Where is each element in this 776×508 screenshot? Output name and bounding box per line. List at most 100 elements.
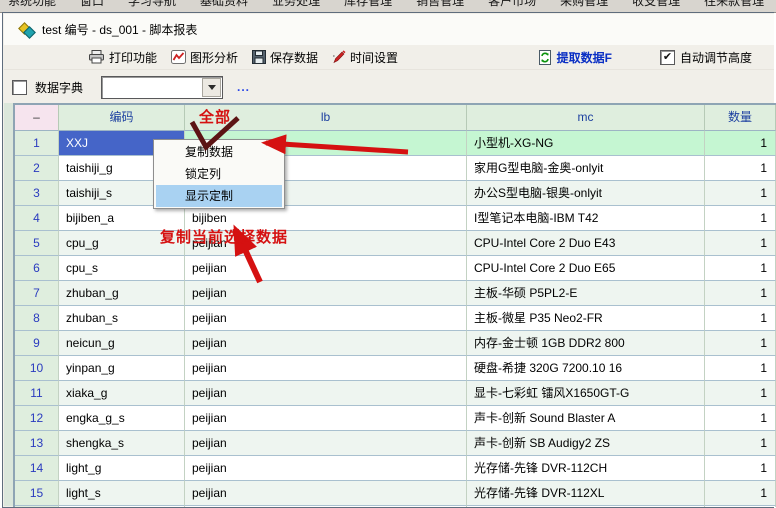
cell-row-number[interactable]: 8 [15,306,59,331]
column-header-mc[interactable]: mc [467,105,705,131]
cell-lb[interactable]: peijian [185,431,467,456]
cell-row-number[interactable]: 10 [15,356,59,381]
menubar-item-4[interactable]: 基础资料 [200,0,248,11]
cell-code[interactable]: xiaka_g [59,381,185,406]
cell-mc[interactable]: 硬盘-希捷 320G 7200.10 16 [467,356,705,381]
cell-mc[interactable]: CPU-Intel Core 2 Duo E65 [467,256,705,281]
menubar-item-5[interactable]: 业务处理 [272,0,320,11]
cell-lb[interactable]: peijian [185,306,467,331]
refresh-page-icon [538,50,552,65]
cell-qty[interactable]: 1 [705,131,776,156]
cell-mc[interactable]: 主板-微星 P35 Neo2-FR [467,306,705,331]
cell-lb[interactable]: peijian [185,381,467,406]
cell-row-number[interactable]: 9 [15,331,59,356]
chart-analysis-button[interactable]: 图形分析 [171,49,238,66]
cell-qty[interactable]: 1 [705,181,776,206]
cell-qty[interactable]: 1 [705,456,776,481]
cell-code[interactable]: neicun_g [59,331,185,356]
cell-mc[interactable]: 主板-华硕 P5PL2-E [467,281,705,306]
cell-qty[interactable]: 1 [705,406,776,431]
cell-qty[interactable]: 1 [705,231,776,256]
cell-row-number[interactable]: 15 [15,481,59,506]
menu-item-copy-data[interactable]: 复制数据 [156,141,282,163]
cell-lb[interactable]: peijian [185,406,467,431]
column-header-indicator[interactable]: – [15,105,59,131]
cell-qty[interactable]: 1 [705,306,776,331]
extract-data-label: 提取数据F [557,49,612,66]
print-button[interactable]: 打印功能 [88,49,157,66]
cell-code[interactable]: yinpan_g [59,356,185,381]
menubar-item-6[interactable]: 库存管理 [344,0,392,11]
column-header-code[interactable]: 编码 [59,105,185,131]
cell-lb[interactable]: peijian [185,356,467,381]
cell-lb[interactable]: peijian [185,256,467,281]
data-dictionary-combobox[interactable] [101,76,223,99]
cell-code[interactable]: engka_g_s [59,406,185,431]
menubar-item-3[interactable]: 学习导航 [128,0,176,11]
cell-mc[interactable]: 光存储-先锋 DVR-112XL [467,481,705,506]
cell-code[interactable]: zhuban_g [59,281,185,306]
cell-qty[interactable]: 1 [705,206,776,231]
table-row: 1XXJ小型机-XG-NG1 [15,131,776,156]
column-header-qty[interactable]: 数量 [705,105,776,131]
menubar-item-11[interactable]: 往来款管理 [704,0,764,11]
cell-code[interactable]: light_g [59,456,185,481]
cell-row-number[interactable]: 1 [15,131,59,156]
cell-mc[interactable]: 声卡-创新 Sound Blaster A [467,406,705,431]
cell-mc[interactable]: 显卡-七彩虹 镭风X1650GT-G [467,381,705,406]
cell-code[interactable]: shengka_s [59,431,185,456]
cell-row-number[interactable]: 6 [15,256,59,281]
cell-qty[interactable]: 1 [705,281,776,306]
cell-row-number[interactable]: 13 [15,431,59,456]
cell-mc[interactable]: 光存储-先锋 DVR-112CH [467,456,705,481]
cell-row-number[interactable]: 3 [15,181,59,206]
cell-code[interactable]: light_s [59,481,185,506]
menu-item-display-customize[interactable]: 显示定制 [156,185,282,207]
cell-qty[interactable]: 1 [705,331,776,356]
cell-row-number[interactable]: 7 [15,281,59,306]
save-data-button[interactable]: 保存数据 [252,49,318,66]
chevron-down-icon[interactable] [202,78,221,97]
cell-qty[interactable]: 1 [705,381,776,406]
cell-lb[interactable]: peijian [185,481,467,506]
cell-mc[interactable]: CPU-Intel Core 2 Duo E43 [467,231,705,256]
table-row: 2taishiji_g家用G型电脑-金奥-onlyit1 [15,156,776,181]
cell-row-number[interactable]: 2 [15,156,59,181]
cell-code[interactable]: zhuban_s [59,306,185,331]
cell-qty[interactable]: 1 [705,356,776,381]
menubar-item-10[interactable]: 收支管理 [632,0,680,11]
cell-row-number[interactable]: 11 [15,381,59,406]
cell-qty[interactable]: 1 [705,156,776,181]
auto-height-checkbox[interactable]: ✔ [660,50,675,65]
cell-mc[interactable]: 小型机-XG-NG [467,131,705,156]
filter-bar: 数据字典 ... [4,69,774,104]
table-row: 7zhuban_gpeijian主板-华硕 P5PL2-E1 [15,281,776,306]
time-setting-button[interactable]: 时间设置 [332,49,398,66]
cell-row-number[interactable]: 5 [15,231,59,256]
menubar-item-9[interactable]: 采购管理 [560,0,608,11]
cell-row-number[interactable]: 14 [15,456,59,481]
cell-qty[interactable]: 1 [705,431,776,456]
cell-mc[interactable]: 内存-金士顿 1GB DDR2 800 [467,331,705,356]
cell-row-number[interactable]: 12 [15,406,59,431]
menu-item-lock-column[interactable]: 锁定列 [156,163,282,185]
menubar-item-7[interactable]: 销售管理 [416,0,464,11]
cell-mc[interactable]: 办公S型电脑-银奥-onlyit [467,181,705,206]
cell-row-number[interactable]: 4 [15,206,59,231]
cell-qty[interactable]: 1 [705,481,776,506]
cell-mc[interactable]: 声卡-创新 SB Audigy2 ZS [467,431,705,456]
menubar-item-8[interactable]: 客户市场 [488,0,536,11]
cell-code[interactable]: cpu_s [59,256,185,281]
cell-qty[interactable]: 1 [705,256,776,281]
cell-mc[interactable]: 家用G型电脑-金奥-onlyit [467,156,705,181]
cell-lb[interactable]: peijian [185,331,467,356]
data-dictionary-checkbox[interactable] [12,80,27,95]
cell-lb[interactable]: peijian [185,456,467,481]
extract-data-button[interactable]: 提取数据F [538,49,612,66]
cell-lb[interactable]: peijian [185,281,467,306]
more-options-button[interactable]: ... [237,80,250,94]
auto-height-toggle[interactable]: ✔ 自动调节高度 [660,49,752,66]
menubar-item-1[interactable]: 系统功能 [8,0,56,11]
cell-mc[interactable]: I型笔记本电脑-IBM T42 [467,206,705,231]
menubar-item-2[interactable]: 窗口 [80,0,104,11]
